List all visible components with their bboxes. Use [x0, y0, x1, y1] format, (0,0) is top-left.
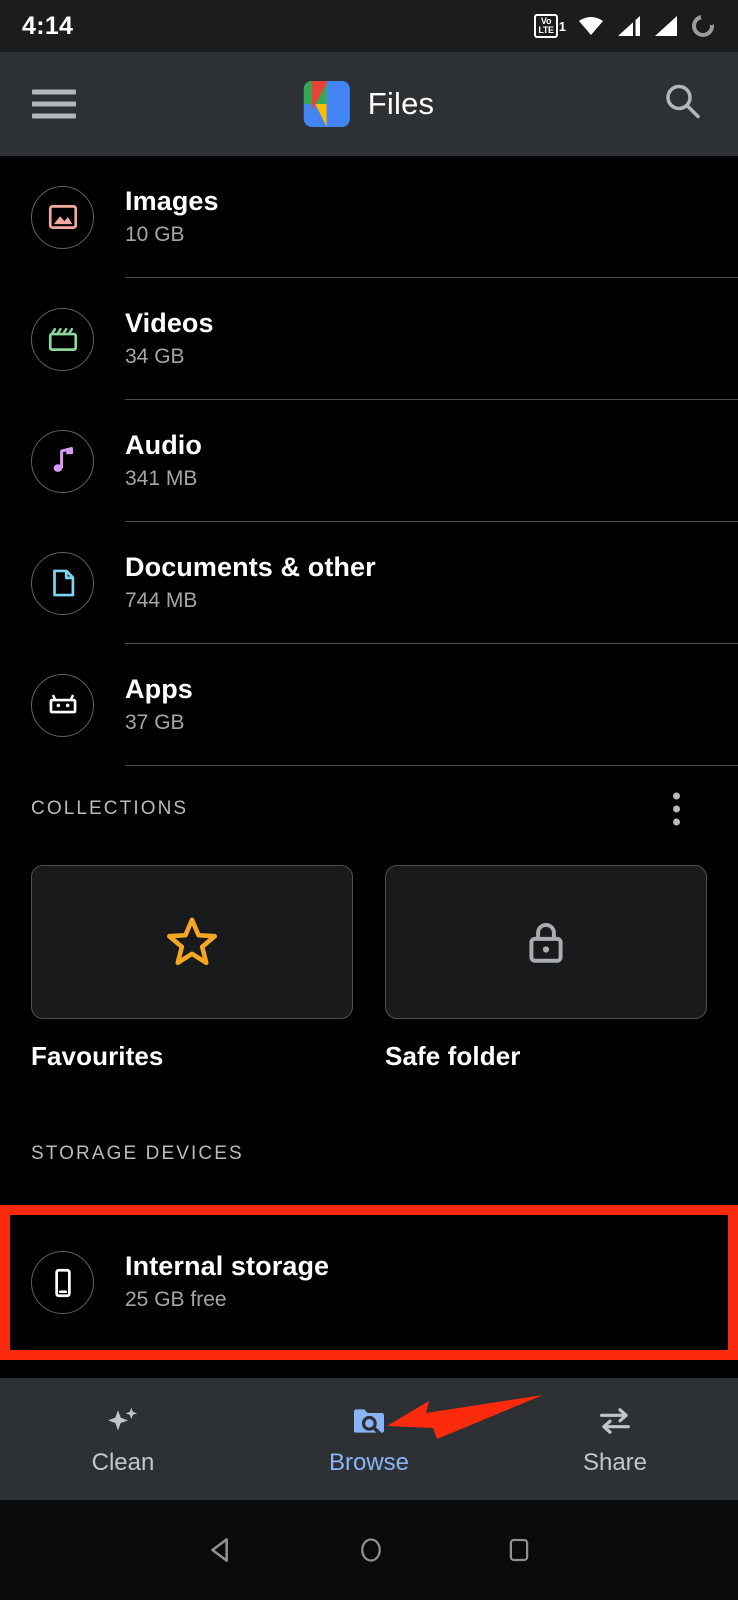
- folder-search-icon: [354, 1409, 384, 1435]
- section-label: COLLECTIONS: [31, 798, 189, 819]
- row-divider: [125, 764, 738, 766]
- more-options-icon[interactable]: [673, 792, 680, 826]
- signal-bars-sim2-icon: [655, 16, 677, 36]
- category-row-videos[interactable]: Videos 34 GB: [0, 278, 738, 400]
- nav-tab-browse[interactable]: Browse: [246, 1378, 492, 1500]
- category-row-documents[interactable]: Documents & other 744 MB: [0, 522, 738, 644]
- sim-number: 1: [558, 18, 566, 34]
- image-icon: [31, 185, 94, 249]
- category-row-audio[interactable]: Audio 341 MB: [0, 400, 738, 522]
- video-icon: [31, 307, 94, 371]
- category-size: 37 GB: [125, 710, 185, 734]
- square-recents-icon[interactable]: [504, 1533, 534, 1567]
- lock-icon: [529, 923, 563, 963]
- battery-circle-icon: [692, 14, 714, 37]
- audio-icon: [31, 429, 94, 493]
- nav-tab-clean[interactable]: Clean: [0, 1378, 246, 1500]
- section-label: STORAGE DEVICES: [31, 1143, 244, 1164]
- nav-tab-share[interactable]: Share: [492, 1378, 738, 1500]
- storage-subtitle: 25 GB free: [125, 1288, 227, 1311]
- triangle-back-icon[interactable]: [204, 1533, 238, 1567]
- category-row-images[interactable]: Images 10 GB: [0, 156, 738, 278]
- category-title: Apps: [125, 673, 193, 704]
- document-icon: [31, 551, 94, 615]
- collection-card[interactable]: [385, 865, 707, 1019]
- wifi-icon: [579, 17, 603, 35]
- nav-tab-label: Share: [582, 1449, 648, 1476]
- category-title: Images: [125, 185, 219, 216]
- android-icon: [31, 673, 94, 737]
- android-system-navigation-bar: [0, 1500, 738, 1600]
- status-bar: 4:14 Vo LTE 1: [0, 0, 738, 52]
- category-size: 34 GB: [125, 344, 185, 368]
- collection-favourites[interactable]: Favourites: [31, 865, 353, 1072]
- files-app-logo: [303, 81, 350, 127]
- category-size: 744 MB: [125, 588, 198, 612]
- storage-row-internal-storage[interactable]: Internal storage 25 GB free: [0, 1205, 738, 1360]
- page-title: Files: [367, 86, 435, 121]
- storage-section-header: STORAGE DEVICES: [0, 1127, 738, 1181]
- collections-section-header: COLLECTIONS: [0, 782, 738, 836]
- category-list: Images 10 GB Videos 34 GB Audio 341 MB D…: [0, 156, 738, 766]
- search-icon[interactable]: [662, 81, 704, 128]
- app-brand: Files: [303, 81, 435, 127]
- signal-bars-sim1-icon: [618, 16, 640, 36]
- android-files-app-screen: 4:14 Vo LTE 1 Files Images 10 GB Videos …: [0, 0, 738, 1600]
- category-title: Audio: [125, 429, 202, 460]
- share-transfer-icon: [600, 1408, 630, 1434]
- hamburger-menu-icon[interactable]: [32, 83, 76, 126]
- category-title: Documents & other: [125, 551, 376, 582]
- nav-tab-label: Clean: [91, 1449, 155, 1476]
- status-bar-clock: 4:14: [22, 11, 74, 40]
- storage-title: Internal storage: [125, 1251, 330, 1281]
- phone-icon: [31, 1251, 94, 1314]
- bottom-navigation-bar: Clean Browse Share: [0, 1378, 738, 1500]
- circle-home-icon[interactable]: [356, 1533, 386, 1567]
- category-size: 341 MB: [125, 466, 198, 490]
- collection-card[interactable]: [31, 865, 353, 1019]
- nav-tab-label: Browse: [328, 1449, 410, 1476]
- category-row-apps[interactable]: Apps 37 GB: [0, 644, 738, 766]
- volte-line2: LTE: [538, 25, 554, 35]
- star-icon: [166, 917, 218, 966]
- status-bar-icons: Vo LTE 1: [534, 13, 716, 39]
- sparkles-icon: [108, 1407, 137, 1431]
- collections-grid: Favourites Safe folder: [0, 865, 738, 1072]
- app-bar: Files: [0, 52, 738, 156]
- category-size: 10 GB: [125, 222, 185, 246]
- collection-label: Favourites: [31, 1041, 164, 1071]
- collection-label: Safe folder: [385, 1041, 521, 1071]
- category-title: Videos: [125, 307, 214, 338]
- volte-icon: Vo LTE 1: [534, 14, 566, 38]
- collection-safe-folder[interactable]: Safe folder: [385, 865, 707, 1072]
